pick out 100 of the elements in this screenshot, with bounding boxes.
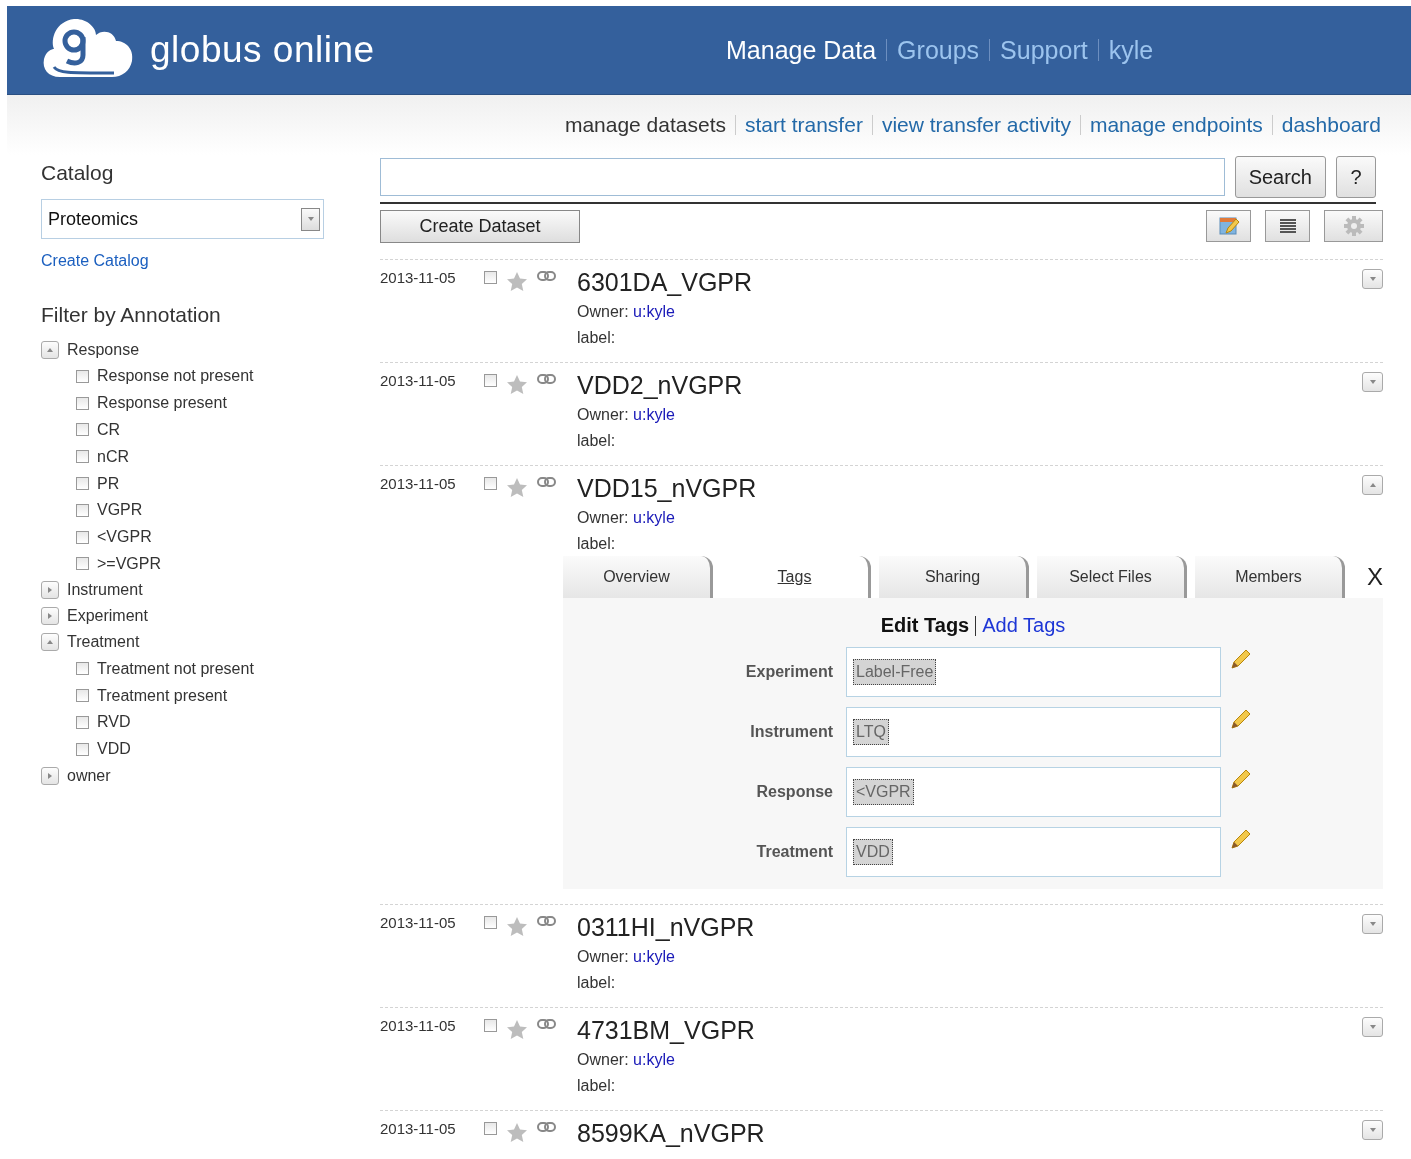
filter-group-label[interactable]: Experiment — [67, 607, 148, 626]
star-icon[interactable] — [506, 1019, 528, 1040]
add-tags-link[interactable]: Add Tags — [982, 614, 1066, 637]
dataset-title[interactable]: 6301DA_VGPR — [577, 267, 753, 297]
expand-icon[interactable] — [1362, 1017, 1383, 1037]
link-icon[interactable] — [537, 374, 556, 384]
checkbox[interactable] — [76, 450, 89, 464]
checkbox[interactable] — [76, 423, 89, 437]
tab[interactable]: Overview — [563, 556, 713, 598]
star-icon[interactable] — [506, 271, 528, 292]
subnav-link[interactable]: manage endpoints — [1089, 113, 1263, 137]
expand-icon[interactable] — [41, 581, 59, 600]
checkbox[interactable] — [76, 557, 89, 571]
pencil-icon[interactable] — [1229, 707, 1253, 731]
filter-option-label[interactable]: CR — [97, 421, 121, 439]
checkbox[interactable] — [76, 689, 89, 703]
filter-group-label[interactable]: owner — [67, 766, 111, 785]
filter-option-label[interactable]: Treatment not present — [97, 659, 254, 678]
collapse-icon[interactable] — [41, 341, 59, 359]
filter-option-label[interactable]: <VGPR — [97, 528, 152, 547]
dataset-title[interactable]: 8599KA_nVGPR — [577, 1118, 765, 1148]
collapse-icon[interactable] — [41, 633, 59, 652]
tab[interactable]: Members — [1195, 556, 1345, 598]
checkbox[interactable] — [76, 477, 89, 491]
owner-link[interactable]: u:kyle — [633, 948, 675, 965]
nav-link[interactable]: Support — [1000, 35, 1088, 65]
filter-option-label[interactable]: VDD — [97, 740, 131, 759]
checkbox[interactable] — [484, 374, 497, 387]
nav-link[interactable]: Manage Data — [726, 35, 877, 65]
collapse-icon[interactable] — [1362, 475, 1383, 495]
create-dataset-button[interactable]: Create Dataset — [380, 209, 580, 243]
tag-field[interactable]: VDD — [846, 827, 1221, 877]
star-icon[interactable] — [506, 916, 528, 937]
checkbox[interactable] — [484, 477, 497, 490]
tag-field[interactable]: <VGPR — [846, 767, 1221, 817]
help-button[interactable]: ? — [1336, 156, 1376, 198]
logo-text[interactable]: globus online — [150, 29, 375, 71]
link-icon[interactable] — [537, 1122, 556, 1132]
checkbox[interactable] — [484, 1122, 497, 1135]
subnav-link[interactable]: manage datasets — [564, 113, 726, 137]
owner-link[interactable]: u:kyle — [633, 303, 675, 320]
owner-link[interactable]: u:kyle — [633, 1051, 675, 1068]
tab[interactable]: Sharing — [879, 556, 1029, 598]
dataset-title[interactable]: 4731BM_VGPR — [577, 1015, 755, 1045]
link-icon[interactable] — [537, 271, 556, 281]
checkbox[interactable] — [76, 530, 89, 544]
dataset-title[interactable]: VDD2_nVGPR — [577, 370, 743, 400]
filter-option-label[interactable]: RVD — [97, 713, 131, 732]
dataset-title[interactable]: 0311HI_nVGPR — [577, 912, 755, 942]
checkbox[interactable] — [76, 715, 89, 729]
star-icon[interactable] — [506, 477, 528, 498]
filter-group-label[interactable]: Instrument — [67, 581, 143, 600]
checkbox[interactable] — [76, 662, 89, 676]
dataset-title[interactable]: VDD15_nVGPR — [577, 473, 757, 503]
tag-field[interactable]: Label-Free — [846, 647, 1221, 697]
tag-field[interactable]: LTQ — [846, 707, 1221, 757]
filter-option-label[interactable]: >=VGPR — [97, 554, 162, 573]
filter-option-label[interactable]: VGPR — [97, 501, 143, 520]
search-field[interactable] — [380, 158, 1225, 196]
checkbox[interactable] — [484, 271, 497, 284]
create-catalog-link[interactable]: Create Catalog — [41, 252, 149, 270]
link-icon[interactable] — [537, 1019, 556, 1029]
subnav-link[interactable]: view transfer activity — [881, 113, 1071, 137]
star-icon[interactable] — [506, 1122, 528, 1143]
link-icon[interactable] — [537, 477, 556, 487]
filter-group-label[interactable]: Treatment — [67, 633, 140, 652]
filter-option-label[interactable]: nCR — [97, 447, 129, 466]
pencil-icon[interactable] — [1229, 647, 1253, 671]
nav-link[interactable]: Groups — [897, 35, 980, 65]
link-icon[interactable] — [537, 916, 556, 926]
expand-icon[interactable] — [1362, 1120, 1383, 1140]
checkbox[interactable] — [76, 396, 89, 410]
checkbox[interactable] — [76, 742, 89, 756]
tab[interactable]: Select Files — [1037, 556, 1187, 598]
checkbox[interactable] — [76, 503, 89, 517]
expand-icon[interactable] — [1362, 372, 1383, 392]
edit-icon[interactable] — [1206, 210, 1251, 242]
checkbox[interactable] — [484, 916, 497, 929]
settings-icon[interactable] — [1324, 210, 1383, 242]
caret-icon[interactable] — [301, 207, 320, 231]
list-icon[interactable] — [1265, 210, 1310, 242]
expand-icon[interactable] — [1362, 914, 1383, 934]
filter-option-label[interactable]: Response not present — [97, 367, 254, 386]
pencil-icon[interactable] — [1229, 827, 1253, 851]
filter-group-label[interactable]: Response — [67, 341, 140, 359]
filter-option-label[interactable]: Treatment present — [97, 686, 228, 705]
subnav-link[interactable]: dashboard — [1281, 113, 1381, 137]
owner-link[interactable]: u:kyle — [633, 509, 675, 526]
checkbox[interactable] — [76, 369, 89, 383]
close-button[interactable]: X — [1367, 563, 1383, 591]
catalog-dropdown[interactable]: Proteomics — [41, 199, 324, 239]
expand-icon[interactable] — [1362, 269, 1383, 289]
checkbox[interactable] — [484, 1019, 497, 1032]
pencil-icon[interactable] — [1229, 767, 1253, 791]
expand-icon[interactable] — [41, 607, 59, 626]
search-button[interactable]: Search — [1234, 156, 1326, 198]
filter-option-label[interactable]: Response present — [97, 394, 227, 413]
nav-link[interactable]: kyle — [1108, 35, 1154, 65]
owner-link[interactable]: u:kyle — [633, 406, 675, 423]
star-icon[interactable] — [506, 374, 528, 395]
